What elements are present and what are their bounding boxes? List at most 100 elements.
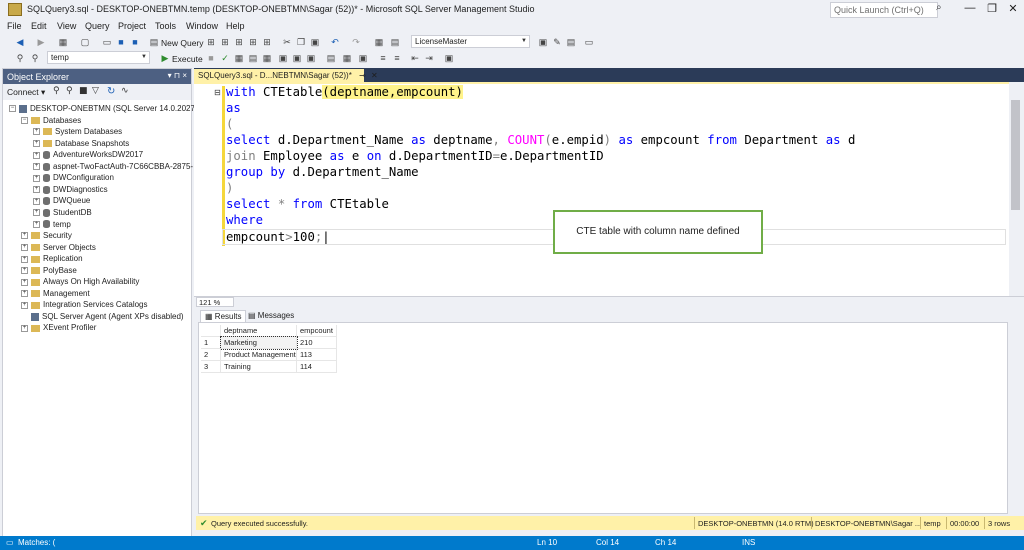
expand-icon[interactable]: +	[33, 220, 40, 228]
parse-icon[interactable]: ✓	[220, 53, 230, 63]
execute-button[interactable]: Execute	[172, 54, 203, 64]
tree-node[interactable]: + Database Snapshots	[33, 138, 129, 149]
tree-node[interactable]: + System Databases	[33, 126, 122, 137]
expand-icon[interactable]: +	[33, 151, 40, 159]
tab-messages[interactable]: ▤ Messages	[244, 310, 298, 322]
expand-icon[interactable]: +	[33, 197, 40, 205]
tab-results[interactable]: ▦ Results	[200, 310, 247, 322]
intellisense-icon[interactable]: ▦	[262, 53, 272, 63]
table-cell[interactable]: 210	[297, 337, 337, 349]
save-all-icon[interactable]: ■	[130, 37, 140, 47]
save-icon[interactable]: ■	[116, 37, 126, 47]
results-to-text-icon[interactable]: ▤	[326, 53, 336, 63]
execute-icon[interactable]: ▶	[160, 53, 170, 63]
client-stats-icon[interactable]: ▣	[306, 53, 316, 63]
close-icon[interactable]: ✕	[371, 71, 378, 80]
tree-node[interactable]: + XEvent Profiler	[21, 322, 96, 333]
expand-icon[interactable]: +	[33, 163, 40, 171]
menu-view[interactable]: View	[57, 21, 76, 31]
layout-icon[interactable]: ▭	[584, 37, 594, 47]
grid-corner[interactable]	[201, 325, 221, 337]
table-cell[interactable]: 113	[297, 349, 337, 361]
menu-edit[interactable]: Edit	[31, 21, 47, 31]
db-engine-query-icon[interactable]: ⊞	[206, 37, 216, 47]
expand-icon[interactable]: +	[21, 232, 28, 240]
copy-icon[interactable]: ❐	[296, 37, 306, 47]
menu-help[interactable]: Help	[226, 21, 245, 31]
tab-sqlquery3[interactable]: SQLQuery3.sql - D...NEBTMN\Sagar (52))* …	[194, 69, 378, 82]
table-cell[interactable]: Training	[221, 361, 297, 373]
dmx-query-icon[interactable]: ⊞	[234, 37, 244, 47]
tree-node[interactable]: + aspnet-TwoFactAuth-7C66CBBA-2875-	[33, 161, 193, 172]
column-header[interactable]: empcount	[297, 325, 337, 337]
disconnect-icon[interactable]: ⚲	[66, 87, 73, 96]
menu-project[interactable]: Project	[118, 21, 146, 31]
specify-values-icon[interactable]: ▣	[444, 53, 454, 63]
expand-icon[interactable]: +	[33, 140, 40, 148]
display-plan-icon[interactable]: ▦	[234, 53, 244, 63]
open-file-icon[interactable]: ▢	[80, 37, 90, 47]
menu-tools[interactable]: Tools	[155, 21, 176, 31]
tree-node[interactable]: + Server Objects	[21, 242, 96, 253]
xmla-query-icon[interactable]: ⊞	[248, 37, 258, 47]
results-to-grid-icon[interactable]: ▦	[374, 37, 384, 47]
tree-node[interactable]: − DESKTOP-ONEBTMN (SQL Server 14.0.2027.2…	[9, 103, 207, 114]
connect-object-icon[interactable]: ⚲	[53, 87, 60, 96]
open-folder-icon[interactable]: ▭	[102, 37, 112, 47]
live-stats-icon[interactable]: ▣	[292, 53, 302, 63]
close-button[interactable]: ✕	[1003, 2, 1023, 17]
tree-node[interactable]: + temp	[33, 219, 71, 230]
expand-icon[interactable]: +	[21, 267, 28, 275]
collapse-icon[interactable]: −	[9, 105, 16, 113]
tree-node[interactable]: − Databases	[21, 115, 81, 126]
tree-node[interactable]: + Management	[21, 288, 90, 299]
change-connection-icon[interactable]: ⚲	[30, 53, 40, 63]
database-dropdown[interactable]: LicenseMaster ▼	[411, 35, 530, 48]
menu-window[interactable]: Window	[186, 21, 218, 31]
row-number[interactable]: 1	[201, 337, 221, 349]
connect-dropdown[interactable]: Connect ▾	[7, 87, 45, 97]
toolbox-icon[interactable]: ▤	[566, 37, 576, 47]
tree-node[interactable]: SQL Server Agent (Agent XPs disabled)	[21, 311, 184, 322]
expand-icon[interactable]: +	[21, 278, 28, 286]
filter-icon[interactable]: ▽	[92, 87, 99, 96]
expand-icon[interactable]: +	[33, 128, 40, 136]
expand-icon[interactable]: +	[33, 174, 40, 182]
tree-node[interactable]: + Always On High Availability	[21, 276, 139, 287]
properties-icon[interactable]: ▣	[538, 37, 548, 47]
paste-icon[interactable]: ▣	[310, 37, 320, 47]
tree-node[interactable]: + Integration Services Catalogs	[21, 299, 148, 310]
results-to-file-icon[interactable]: ▣	[358, 53, 368, 63]
activity-icon[interactable]: ∿	[121, 87, 129, 96]
refresh-icon[interactable]: ↻	[107, 87, 115, 97]
editor-scroll-thumb[interactable]	[1011, 100, 1020, 210]
back-icon[interactable]: ◀	[15, 37, 25, 47]
available-databases-dropdown[interactable]: temp ▼	[47, 51, 150, 64]
search-icon[interactable]: ⌕	[936, 3, 942, 13]
collapse-icon[interactable]: −	[21, 116, 28, 124]
expand-icon[interactable]: +	[21, 255, 28, 263]
row-number[interactable]: 2	[201, 349, 221, 361]
query-designer-icon[interactable]: ▤	[248, 53, 258, 63]
wrench-icon[interactable]: ✎	[552, 37, 562, 47]
cut-icon[interactable]: ✂	[282, 37, 292, 47]
table-cell[interactable]: Product Management	[221, 349, 297, 361]
quick-launch-input[interactable]: Quick Launch (Ctrl+Q)	[830, 2, 938, 18]
column-header[interactable]: deptname	[221, 325, 297, 337]
tree-node[interactable]: + StudentDB	[33, 207, 92, 218]
stop-icon[interactable]: ■	[79, 87, 88, 96]
uncomment-icon[interactable]: ≡	[392, 53, 402, 63]
redo-icon[interactable]: ↷	[351, 37, 361, 47]
row-number[interactable]: 3	[201, 361, 221, 373]
decrease-indent-icon[interactable]: ⇤	[410, 53, 420, 63]
new-query-icon[interactable]: ▤	[149, 37, 159, 47]
menu-file[interactable]: File	[7, 21, 22, 31]
panel-pin-close-icons[interactable]: ▾ ⊓ ×	[168, 71, 187, 80]
results-to-grid-toggle-icon[interactable]: ▦	[342, 53, 352, 63]
pin-icon[interactable]: ⊸	[359, 71, 366, 80]
tree-node[interactable]: + DWQueue	[33, 195, 90, 206]
increase-indent-icon[interactable]: ⇥	[424, 53, 434, 63]
tree-node[interactable]: + PolyBase	[21, 265, 77, 276]
new-query-button[interactable]: New Query	[161, 38, 204, 48]
tree-node[interactable]: + DWDiagnostics	[33, 184, 108, 195]
